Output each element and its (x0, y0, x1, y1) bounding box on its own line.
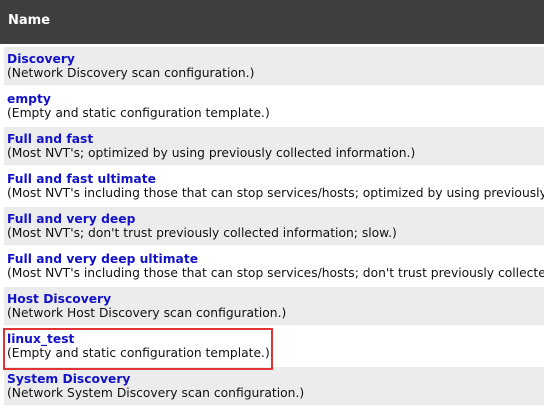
table-row: Full and very deep ultimate (Most NVT's … (4, 247, 544, 285)
config-name-link[interactable]: linux_test (7, 332, 74, 347)
config-name-link[interactable]: Full and fast ultimate (7, 172, 156, 187)
config-name-link[interactable]: Full and very deep ultimate (7, 252, 198, 267)
config-name-link[interactable]: Host Discovery (7, 292, 111, 307)
table-row: Discovery (Network Discovery scan config… (4, 47, 544, 85)
table-row: Full and very deep (Most NVT's; don't tr… (4, 207, 544, 245)
table-row: Full and fast ultimate (Most NVT's inclu… (4, 167, 544, 205)
table-row: System Discovery (Network System Discove… (4, 367, 544, 405)
config-comment: (Most NVT's including those that can sto… (7, 186, 544, 200)
config-comment: (Most NVT's; don't trust previously coll… (7, 226, 397, 240)
column-header-name[interactable]: Name (8, 13, 50, 29)
config-comment: (Network System Discovery scan configura… (7, 386, 305, 400)
scan-configs-table: Name Discovery (Network Discovery scan c… (0, 0, 544, 409)
config-comment: (Most NVT's including those that can sto… (7, 266, 544, 280)
config-comment: (Network Host Discovery scan configurati… (7, 306, 287, 320)
table-row-highlighted: linux_test (Empty and static configurati… (4, 327, 544, 365)
table-row: Host Discovery (Network Host Discovery s… (4, 287, 544, 325)
config-name-link[interactable]: empty (7, 92, 51, 107)
config-comment: (Empty and static configuration template… (7, 106, 270, 120)
config-name-link[interactable]: Discovery (7, 52, 75, 67)
table-row: Full and fast (Most NVT's; optimized by … (4, 127, 544, 165)
config-comment: (Most NVT's; optimized by using previous… (7, 146, 416, 160)
table-row: empty (Empty and static configuration te… (4, 87, 544, 125)
config-comment: (Empty and static configuration template… (7, 346, 270, 360)
config-name-link[interactable]: System Discovery (7, 372, 130, 387)
config-name-link[interactable]: Full and fast (7, 132, 93, 147)
table-body: Discovery (Network Discovery scan config… (4, 47, 544, 407)
table-header: Name (0, 0, 544, 44)
config-comment: (Network Discovery scan configuration.) (7, 66, 255, 80)
config-name-link[interactable]: Full and very deep (7, 212, 135, 227)
